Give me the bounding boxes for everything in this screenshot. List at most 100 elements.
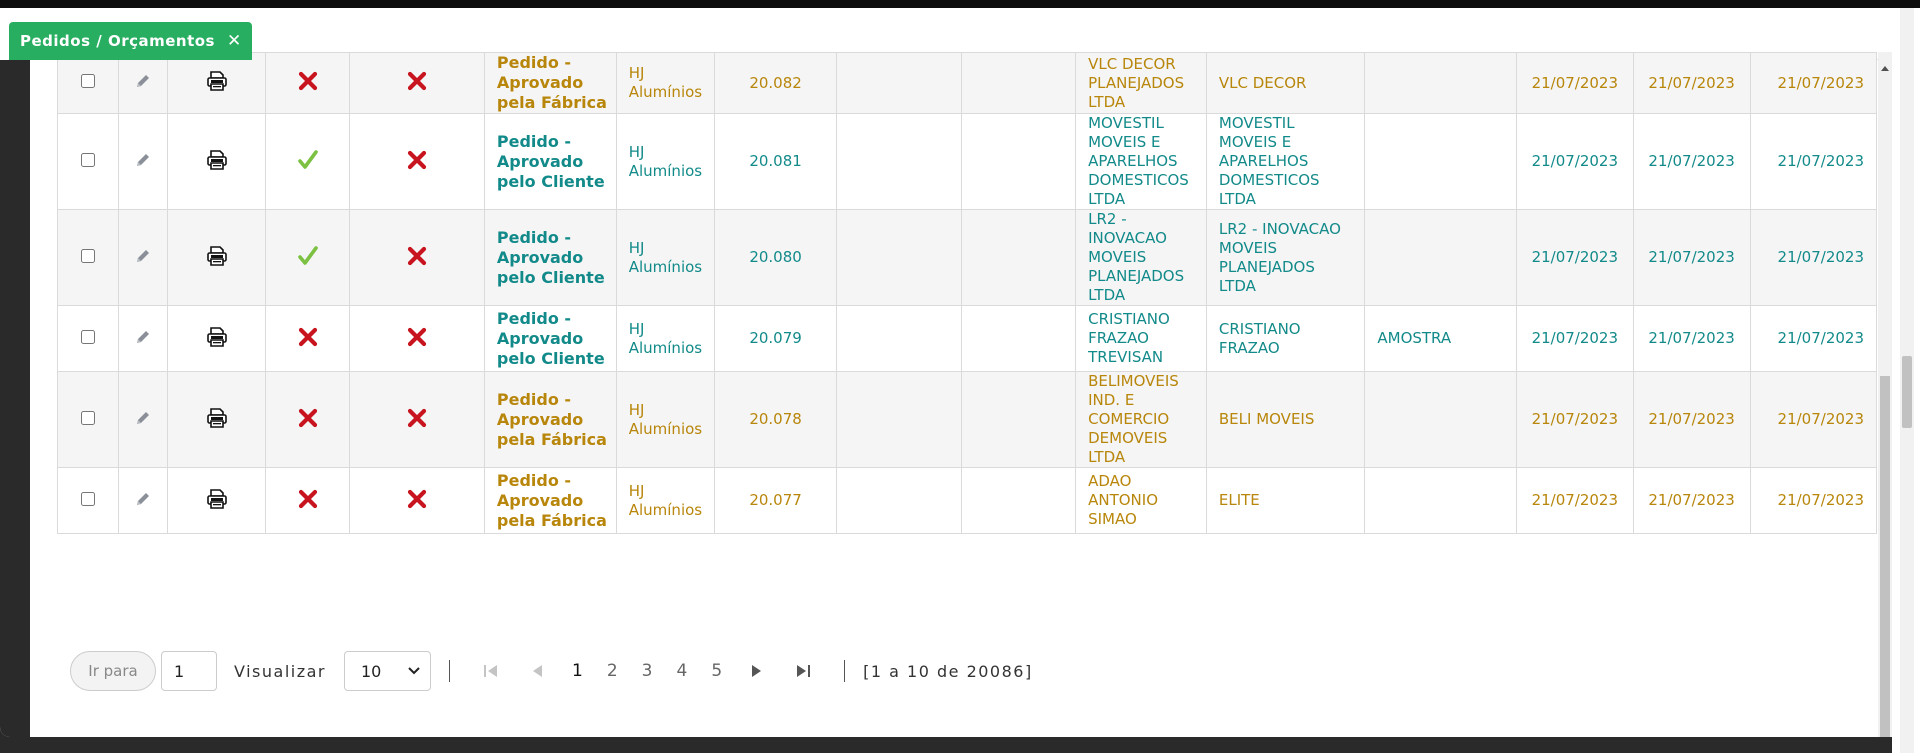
approval-a-x-icon	[264, 52, 351, 114]
edit-pencil-icon[interactable]	[117, 305, 169, 372]
page-scrollbar-thumb[interactable]	[1902, 356, 1912, 428]
edit-pencil-icon[interactable]	[117, 52, 169, 114]
row-checkbox-cell	[57, 209, 119, 306]
order-number-cell: 20.077	[714, 467, 838, 534]
chevron-down-icon	[408, 667, 420, 675]
tab-pedidos-orcamentos[interactable]: Pedidos / Orçamentos ✕	[9, 22, 252, 60]
close-icon[interactable]: ✕	[227, 31, 242, 51]
fantasy-name-cell: MOVESTIL MOVEIS E APARELHOS DOMESTICOS L…	[1205, 113, 1366, 210]
client-name-cell: MOVESTIL MOVEIS E APARELHOS DOMESTICOS L…	[1075, 113, 1207, 210]
order-number-cell: 20.082	[714, 52, 838, 114]
fantasy-name-cell: BELI MOVEIS	[1205, 371, 1366, 468]
empty-cell	[961, 113, 1077, 210]
approval-a-x-icon	[264, 305, 351, 372]
next-page-icon[interactable]	[746, 660, 768, 682]
row-checkbox-cell	[57, 305, 119, 372]
approval-b-x-icon	[349, 209, 485, 306]
date-cell: 21/07/2023	[1749, 467, 1877, 534]
date-cell: 21/07/2023	[1632, 113, 1751, 210]
observation-cell	[1364, 52, 1517, 114]
empty-cell	[836, 371, 963, 468]
row-checkbox[interactable]	[80, 491, 95, 506]
print-pdf-icon[interactable]	[167, 209, 266, 306]
page-scrollbar[interactable]	[1892, 8, 1920, 753]
fantasy-name-cell: VLC DECOR	[1205, 52, 1366, 114]
separator	[844, 660, 846, 682]
page-number-2[interactable]: 2	[607, 661, 618, 681]
print-pdf-icon[interactable]	[167, 305, 266, 372]
date-cell: 21/07/2023	[1515, 113, 1634, 210]
approval-b-x-icon	[349, 371, 485, 468]
empty-cell	[836, 52, 963, 114]
empty-cell	[836, 467, 963, 534]
goto-button[interactable]: Ir para	[70, 651, 156, 691]
last-page-icon[interactable]	[792, 660, 814, 682]
row-checkbox-cell	[57, 113, 119, 210]
date-cell: 21/07/2023	[1749, 305, 1877, 372]
row-checkbox-cell	[57, 467, 119, 534]
row-checkbox[interactable]	[80, 248, 95, 263]
empty-cell	[961, 371, 1077, 468]
date-cell: 21/07/2023	[1515, 209, 1634, 306]
print-pdf-icon[interactable]	[167, 113, 266, 210]
empty-cell	[961, 305, 1077, 372]
row-checkbox[interactable]	[80, 410, 95, 425]
edit-pencil-icon[interactable]	[117, 209, 169, 306]
orders-table: Pedido - Aprovado pela Fábrica HJ Alumíni…	[57, 52, 1877, 534]
table-vertical-scrollbar[interactable]	[1878, 52, 1892, 737]
empty-cell	[961, 467, 1077, 534]
approval-a-check-icon	[264, 113, 351, 210]
empty-cell	[836, 113, 963, 210]
edit-pencil-icon[interactable]	[117, 371, 169, 468]
date-cell: 21/07/2023	[1632, 305, 1751, 372]
page-number-3[interactable]: 3	[642, 661, 653, 681]
print-pdf-icon[interactable]	[167, 467, 266, 534]
records-info: [1 a 10 de 20086]	[863, 661, 1033, 681]
company-cell: HJ Alumínios	[615, 305, 716, 372]
client-name-cell: CRISTIANO FRAZAO TREVISAN	[1075, 305, 1207, 372]
observation-cell	[1364, 467, 1517, 534]
date-cell: 21/07/2023	[1515, 467, 1634, 534]
edit-pencil-icon[interactable]	[117, 467, 169, 534]
page-numbers: 1 2 3 4 5	[560, 661, 734, 681]
page-number-1[interactable]: 1	[572, 661, 583, 681]
fantasy-name-cell: ELITE	[1205, 467, 1366, 534]
table-row: Pedido - Aprovado pelo Cliente HJ Alumíni…	[57, 209, 1877, 306]
status-cell: Pedido - Aprovado pela Fábrica	[483, 467, 617, 534]
order-number-cell: 20.080	[714, 209, 838, 306]
row-checkbox[interactable]	[80, 152, 95, 167]
status-cell: Pedido - Aprovado pela Fábrica	[483, 52, 617, 114]
print-pdf-icon[interactable]	[167, 52, 266, 114]
pagination-bar: Ir para 1 Visualizar 10 1 2 3 4 5 [1 a 10 de…	[70, 650, 1033, 692]
scrollbar-thumb[interactable]	[1880, 376, 1890, 737]
row-checkbox-cell	[57, 52, 119, 114]
table-row: Pedido - Aprovado pela Fábrica HJ Alumíni…	[57, 467, 1877, 534]
approval-a-x-icon	[264, 371, 351, 468]
left-gutter	[0, 60, 30, 737]
tab-label: Pedidos / Orçamentos	[20, 32, 215, 50]
page-number-4[interactable]: 4	[676, 661, 687, 681]
date-cell: 21/07/2023	[1515, 371, 1634, 468]
date-cell: 21/07/2023	[1632, 371, 1751, 468]
date-cell: 21/07/2023	[1749, 209, 1877, 306]
observation-cell	[1364, 209, 1517, 306]
prev-page-icon[interactable]	[526, 660, 548, 682]
top-bar	[0, 0, 1920, 8]
print-pdf-icon[interactable]	[167, 371, 266, 468]
separator	[449, 660, 450, 682]
orders-table-container: Pedido - Aprovado pela Fábrica HJ Alumíni…	[57, 52, 1877, 631]
company-cell: HJ Alumínios	[615, 52, 716, 114]
client-name-cell: ADAO ANTONIO SIMAO	[1075, 467, 1207, 534]
row-checkbox[interactable]	[80, 329, 95, 344]
row-checkbox[interactable]	[80, 74, 95, 88]
empty-cell	[836, 305, 963, 372]
date-cell: 21/07/2023	[1749, 113, 1877, 210]
goto-page-input[interactable]: 1	[161, 651, 217, 691]
first-page-icon[interactable]	[480, 660, 502, 682]
fantasy-name-cell: CRISTIANO FRAZAO	[1205, 305, 1366, 372]
fantasy-name-cell: LR2 - INOVACAO MOVEIS PLANEJADOS LTDA	[1205, 209, 1366, 306]
page-size-select[interactable]: 10	[344, 651, 431, 691]
scroll-up-arrow-icon[interactable]	[1881, 66, 1889, 71]
page-number-5[interactable]: 5	[711, 661, 722, 681]
edit-pencil-icon[interactable]	[117, 113, 169, 210]
